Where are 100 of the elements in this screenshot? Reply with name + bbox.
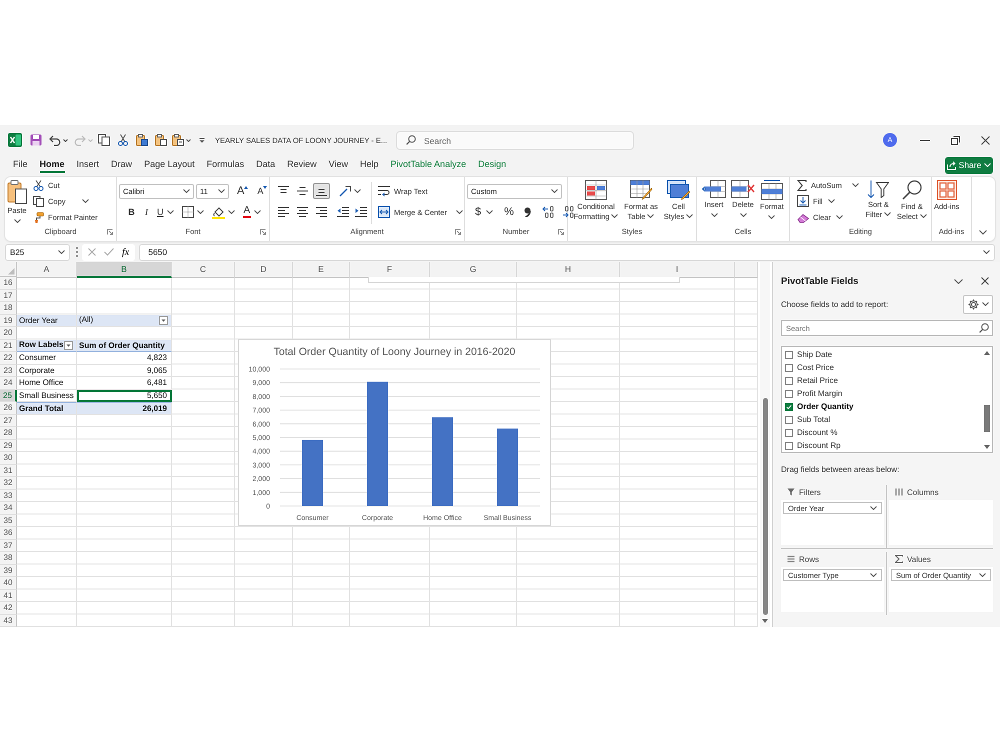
save-icon[interactable] bbox=[30, 134, 42, 146]
shrink-font-button[interactable]: A bbox=[254, 183, 270, 199]
clipboard-icon[interactable] bbox=[172, 134, 184, 146]
menu-tab[interactable]: Design bbox=[478, 157, 506, 173]
row-header[interactable]: 32 bbox=[0, 477, 17, 490]
row-header[interactable]: 25 bbox=[0, 390, 17, 402]
row-header[interactable]: 42 bbox=[0, 602, 17, 614]
row-header[interactable]: 36 bbox=[0, 527, 17, 540]
field-list-item[interactable]: Retail Price bbox=[785, 374, 979, 387]
share-button[interactable]: Share bbox=[945, 156, 993, 174]
row-header[interactable]: 40 bbox=[0, 577, 17, 590]
column-header[interactable]: D bbox=[235, 262, 293, 278]
row-header[interactable]: 21 bbox=[0, 340, 17, 352]
menu-tab[interactable]: Formulas bbox=[206, 157, 244, 173]
scroll-down-icon[interactable] bbox=[984, 445, 990, 449]
percent-button[interactable]: % bbox=[501, 204, 517, 220]
checkbox[interactable] bbox=[785, 442, 793, 450]
column-header[interactable]: E bbox=[293, 262, 350, 278]
name-box[interactable]: B25 bbox=[5, 244, 70, 260]
row-header[interactable]: 20 bbox=[0, 327, 17, 340]
copy-icon[interactable] bbox=[98, 134, 110, 146]
clipboard-icon[interactable] bbox=[155, 134, 167, 146]
menu-tab[interactable]: View bbox=[328, 157, 348, 173]
menu-tab[interactable]: Draw bbox=[111, 157, 132, 173]
row-header[interactable]: 18 bbox=[0, 302, 17, 314]
column-header[interactable]: H bbox=[517, 262, 620, 278]
clipboard-icon[interactable] bbox=[136, 134, 148, 146]
scrollbar-thumb[interactable] bbox=[762, 398, 768, 615]
row-header[interactable]: 41 bbox=[0, 590, 17, 602]
row-header[interactable]: 38 bbox=[0, 552, 17, 564]
field-list-item[interactable]: Ship Date bbox=[785, 348, 979, 361]
menu-tab[interactable]: Review bbox=[287, 157, 317, 173]
menu-tab[interactable]: File bbox=[13, 157, 28, 173]
column-header[interactable]: I bbox=[620, 262, 735, 278]
italic-button[interactable]: I bbox=[140, 204, 153, 220]
checkbox[interactable] bbox=[785, 390, 793, 398]
grow-font-button[interactable]: A bbox=[234, 183, 252, 199]
decrease-indent-icon[interactable] bbox=[337, 207, 349, 217]
field-list-item[interactable]: Profit Margin bbox=[785, 387, 979, 400]
comma-style-icon[interactable] bbox=[524, 207, 531, 217]
row-header[interactable]: 35 bbox=[0, 514, 17, 527]
scroll-up-icon[interactable] bbox=[984, 351, 990, 355]
bottom-align-button[interactable] bbox=[313, 183, 330, 199]
field-list-item[interactable]: Sub Total bbox=[785, 413, 979, 426]
search-field[interactable]: Search bbox=[396, 131, 634, 150]
dialog-launcher-icon[interactable] bbox=[455, 228, 461, 234]
scissors-icon[interactable] bbox=[118, 134, 128, 146]
field-list-item[interactable]: Discount Rp bbox=[785, 439, 979, 452]
field-list-item[interactable]: Order Quantity bbox=[785, 400, 979, 413]
customize-icon[interactable] bbox=[199, 138, 205, 142]
row-header[interactable]: 43 bbox=[0, 614, 17, 627]
bold-button[interactable]: B bbox=[125, 204, 138, 220]
chevron-down-icon[interactable] bbox=[954, 278, 963, 284]
row-header[interactable]: 16 bbox=[0, 277, 17, 290]
menu-tab[interactable]: PivotTable Analyze bbox=[390, 157, 466, 173]
row-header[interactable]: 34 bbox=[0, 502, 17, 514]
checkbox[interactable] bbox=[785, 428, 793, 436]
drag-handle-icon[interactable] bbox=[76, 247, 78, 257]
row-header[interactable]: 17 bbox=[0, 290, 17, 302]
dropdown-icon[interactable] bbox=[159, 316, 168, 325]
column-header[interactable]: C bbox=[172, 262, 235, 278]
column-header[interactable]: B bbox=[77, 262, 172, 278]
align-center-button[interactable] bbox=[294, 204, 311, 220]
settings-button[interactable] bbox=[963, 294, 993, 314]
row-header[interactable]: 33 bbox=[0, 490, 17, 502]
underline-button[interactable]: U bbox=[155, 204, 176, 220]
row-header[interactable]: 31 bbox=[0, 464, 17, 477]
checkbox[interactable] bbox=[785, 376, 793, 384]
checkbox[interactable] bbox=[785, 416, 793, 424]
dialog-launcher-icon[interactable] bbox=[107, 228, 113, 234]
column-header[interactable]: F bbox=[350, 262, 430, 278]
column-header[interactable]: G bbox=[430, 262, 517, 278]
align-right-button[interactable] bbox=[313, 204, 330, 220]
scroll-down-icon[interactable] bbox=[762, 619, 768, 623]
row-header[interactable]: 37 bbox=[0, 540, 17, 552]
scrollbar-thumb[interactable] bbox=[984, 405, 990, 432]
checkbox[interactable] bbox=[785, 350, 793, 358]
filter-dropdown-icon[interactable] bbox=[64, 340, 73, 350]
row-header[interactable]: 24 bbox=[0, 377, 17, 390]
align-left-button[interactable] bbox=[275, 204, 292, 220]
row-header[interactable]: 27 bbox=[0, 414, 17, 427]
column-header[interactable]: A bbox=[17, 262, 77, 278]
row-header[interactable]: 26 bbox=[0, 402, 17, 414]
close-icon[interactable] bbox=[981, 277, 989, 285]
font-color-button[interactable]: A bbox=[240, 204, 264, 220]
caret-icon[interactable] bbox=[63, 138, 68, 142]
menu-tab[interactable]: Home bbox=[40, 157, 65, 173]
row-header[interactable]: 29 bbox=[0, 440, 17, 452]
menu-tab[interactable]: Data bbox=[256, 157, 276, 173]
row-header[interactable]: 30 bbox=[0, 452, 17, 464]
restore-icon[interactable] bbox=[950, 136, 960, 144]
formula-input[interactable]: 5650 bbox=[139, 244, 995, 260]
row-header[interactable]: 22 bbox=[0, 352, 17, 364]
checkbox[interactable] bbox=[785, 402, 793, 410]
menu-tab[interactable]: Help bbox=[360, 157, 379, 173]
undo-icon[interactable] bbox=[49, 134, 61, 146]
increase-decimal-icon[interactable] bbox=[542, 206, 554, 218]
field-list-item[interactable]: Discount % bbox=[785, 426, 979, 439]
checkmark-icon[interactable] bbox=[104, 248, 114, 256]
field-list-item[interactable]: Cost Price bbox=[785, 361, 979, 374]
